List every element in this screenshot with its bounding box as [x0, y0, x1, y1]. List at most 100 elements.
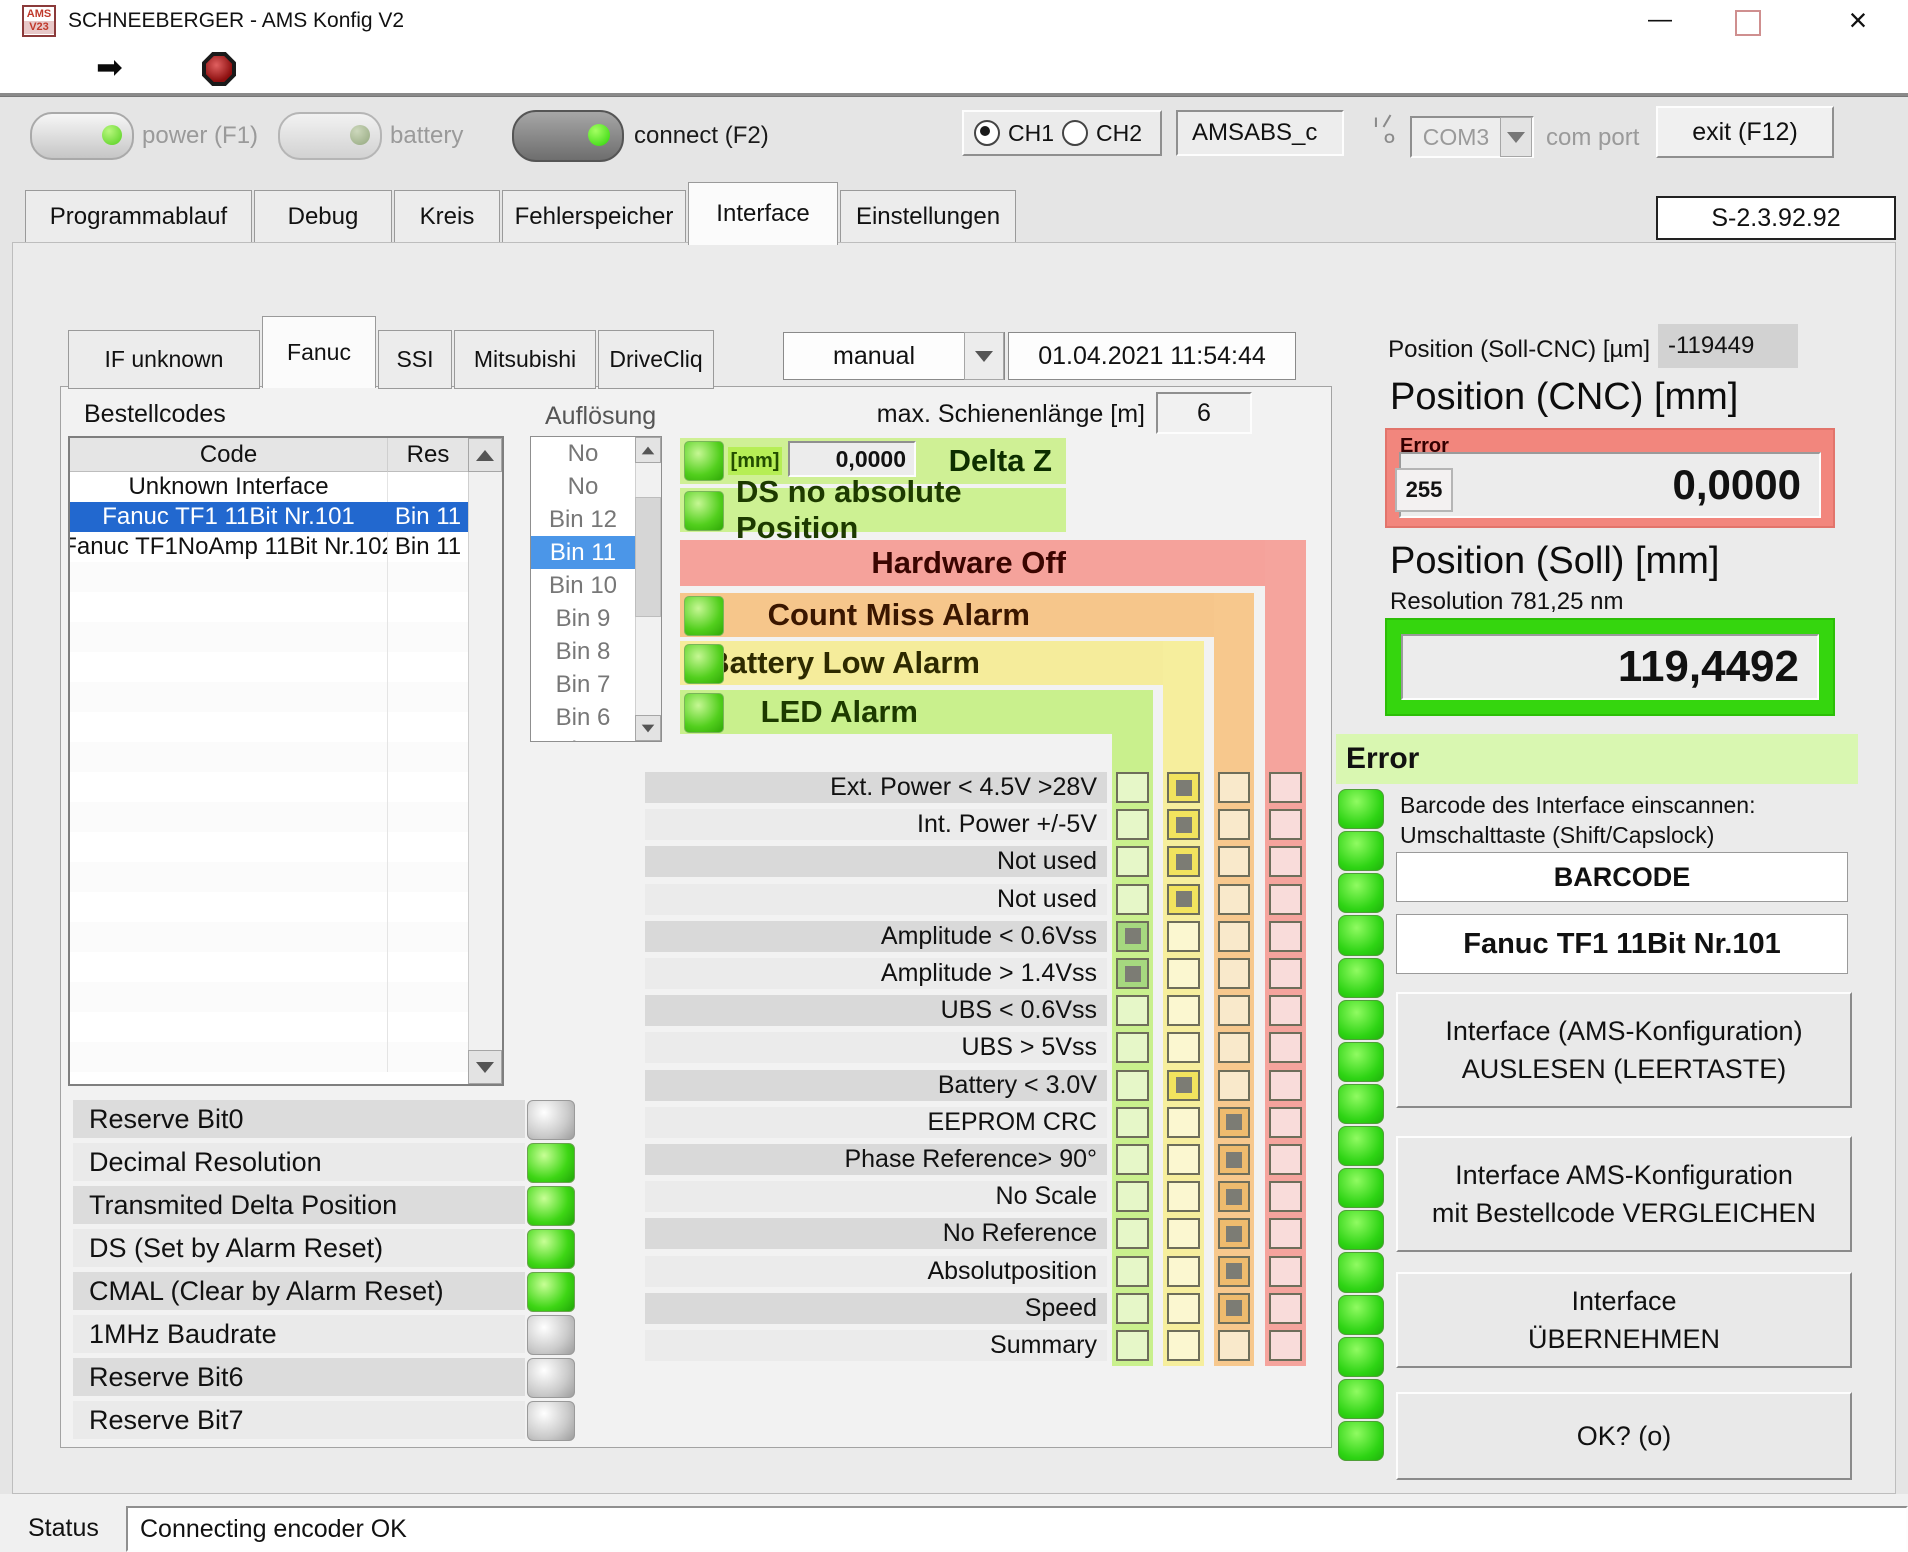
minimize-button[interactable]: —: [1630, 0, 1690, 40]
status-row-label: Speed: [645, 1293, 1107, 1324]
table-row[interactable]: [70, 622, 468, 652]
aufloesung-item[interactable]: Bin 5: [531, 734, 635, 742]
maximize-button[interactable]: [1735, 10, 1761, 36]
error-led: [1338, 831, 1384, 871]
status-cell-pink: [1269, 995, 1302, 1026]
aufloesung-item[interactable]: No: [531, 437, 635, 470]
vergleichen-button[interactable]: Interface AMS-Konfiguration mit Bestellc…: [1396, 1136, 1852, 1252]
table-row[interactable]: [70, 682, 468, 712]
connect-toggle-led: [588, 124, 610, 146]
run-icon[interactable]: ➡: [96, 48, 123, 86]
battery-toggle[interactable]: [278, 112, 382, 160]
table-scroll-down-button[interactable]: [468, 1050, 502, 1084]
barcode-input[interactable]: BARCODE: [1396, 852, 1848, 902]
aufloesung-item[interactable]: Bin 11: [531, 536, 635, 569]
tab-debug[interactable]: Debug: [254, 190, 392, 244]
uebernehmen-button[interactable]: Interface ÜBERNEHMEN: [1396, 1272, 1852, 1368]
tab-kreis[interactable]: Kreis: [394, 190, 500, 244]
table-row[interactable]: [70, 1042, 468, 1072]
status-cell-pink: [1269, 1293, 1302, 1324]
aufloesung-item[interactable]: Bin 10: [531, 569, 635, 602]
table-row[interactable]: [70, 562, 468, 592]
ok-button[interactable]: OK? (o): [1396, 1392, 1852, 1480]
mode-dropdown-button[interactable]: [964, 332, 1004, 380]
status-row-label: Not used: [645, 884, 1107, 915]
table-scrollbar-track[interactable]: [468, 472, 502, 1050]
status-cell-pink: [1269, 921, 1302, 952]
tab-einstellungen[interactable]: Einstellungen: [840, 190, 1016, 244]
table-row[interactable]: [70, 982, 468, 1012]
table-cell-res: [388, 1012, 468, 1042]
table-row[interactable]: [70, 952, 468, 982]
table-row[interactable]: Unknown Interface: [70, 472, 468, 502]
table-row[interactable]: Fanuc TF1NoAmp 11Bit Nr.102Bin 11: [70, 532, 468, 562]
table-row[interactable]: [70, 832, 468, 862]
table-row[interactable]: [70, 592, 468, 622]
error-section-header: Error: [1336, 734, 1858, 784]
status-cell-mark: [1125, 928, 1141, 944]
subtab-drivecliq[interactable]: DriveCliq: [598, 330, 714, 389]
tab-programmablauf[interactable]: Programmablauf: [25, 190, 252, 244]
table-row[interactable]: Fanuc TF1 11Bit Nr.101Bin 11: [70, 502, 468, 532]
bit-row-led: [527, 1100, 575, 1140]
table-row[interactable]: [70, 712, 468, 742]
table-scroll-up-button[interactable]: [468, 438, 502, 472]
com-port-dropdown-button[interactable]: [1500, 117, 1532, 157]
com-port-select[interactable]: COM3: [1410, 116, 1534, 158]
table-row[interactable]: [70, 652, 468, 682]
close-button[interactable]: ×: [1828, 0, 1888, 40]
count-miss-label: Count Miss Alarm: [768, 597, 1030, 633]
aufloesung-item[interactable]: Bin 8: [531, 635, 635, 668]
auslesen-button[interactable]: Interface (AMS-Konfiguration) AUSLESEN (…: [1396, 992, 1852, 1108]
status-cell-yellow: [1167, 1218, 1200, 1249]
connect-toggle[interactable]: [512, 110, 624, 162]
status-cell-green: [1116, 846, 1149, 877]
table-header-res: Res: [388, 438, 468, 472]
aufloesung-item[interactable]: No: [531, 470, 635, 503]
subtab-ssi[interactable]: SSI: [378, 330, 452, 389]
tab-interface[interactable]: Interface: [688, 182, 838, 245]
aufloesung-item[interactable]: Bin 6: [531, 701, 635, 734]
table-row[interactable]: [70, 922, 468, 952]
subtab-fanuc[interactable]: Fanuc: [262, 316, 376, 388]
position-cnc-error-value: 255: [1395, 468, 1453, 512]
status-cell-yellow: [1167, 1144, 1200, 1175]
subtab-if-unknown[interactable]: IF unknown: [68, 330, 260, 389]
table-cell-res: Bin 11: [388, 532, 468, 562]
table-row[interactable]: [70, 1012, 468, 1042]
status-cell-yellow: [1167, 884, 1200, 915]
status-cell-mark: [1226, 1300, 1242, 1316]
mode-select[interactable]: manual: [783, 332, 1005, 380]
aufloesung-scroll-up-button[interactable]: [635, 437, 661, 463]
status-cell-green: [1116, 1181, 1149, 1212]
tab-fehlerspeicher[interactable]: Fehlerspeicher: [502, 190, 686, 244]
status-cell-pink: [1269, 1330, 1302, 1361]
table-row[interactable]: [70, 862, 468, 892]
aufloesung-item[interactable]: Bin 12: [531, 503, 635, 536]
error-led: [1338, 1126, 1384, 1166]
table-row[interactable]: [70, 742, 468, 772]
bit-row-label: Reserve Bit7: [73, 1401, 525, 1439]
table-row[interactable]: [70, 772, 468, 802]
rail-length-box[interactable]: 6: [1156, 392, 1252, 434]
aufloesung-item[interactable]: Bin 7: [531, 668, 635, 701]
table-cell-res: [388, 1042, 468, 1072]
ch1-radio[interactable]: [974, 120, 1000, 146]
subtab-mitsubishi[interactable]: Mitsubishi: [454, 330, 596, 389]
power-toggle[interactable]: [30, 112, 134, 160]
aufloesung-scrollbar-thumb[interactable]: [635, 497, 661, 617]
status-cell-pink: [1269, 1181, 1302, 1212]
stop-icon[interactable]: [202, 52, 236, 86]
status-cell-green: [1116, 772, 1149, 803]
aufloesung-item[interactable]: Bin 9: [531, 602, 635, 635]
ch1-radio-dot: [980, 126, 990, 136]
ch2-radio[interactable]: [1062, 120, 1088, 146]
aufloesung-label: Auflösung: [545, 402, 656, 431]
status-row-label: Amplitude < 0.6Vss: [645, 921, 1107, 952]
table-row[interactable]: [70, 892, 468, 922]
status-cell-orange: [1218, 995, 1250, 1026]
aufloesung-scroll-down-button[interactable]: [635, 715, 661, 741]
device-name-input[interactable]: AMSABS_c: [1176, 110, 1344, 156]
table-row[interactable]: [70, 802, 468, 832]
exit-button[interactable]: exit (F12): [1656, 106, 1834, 158]
